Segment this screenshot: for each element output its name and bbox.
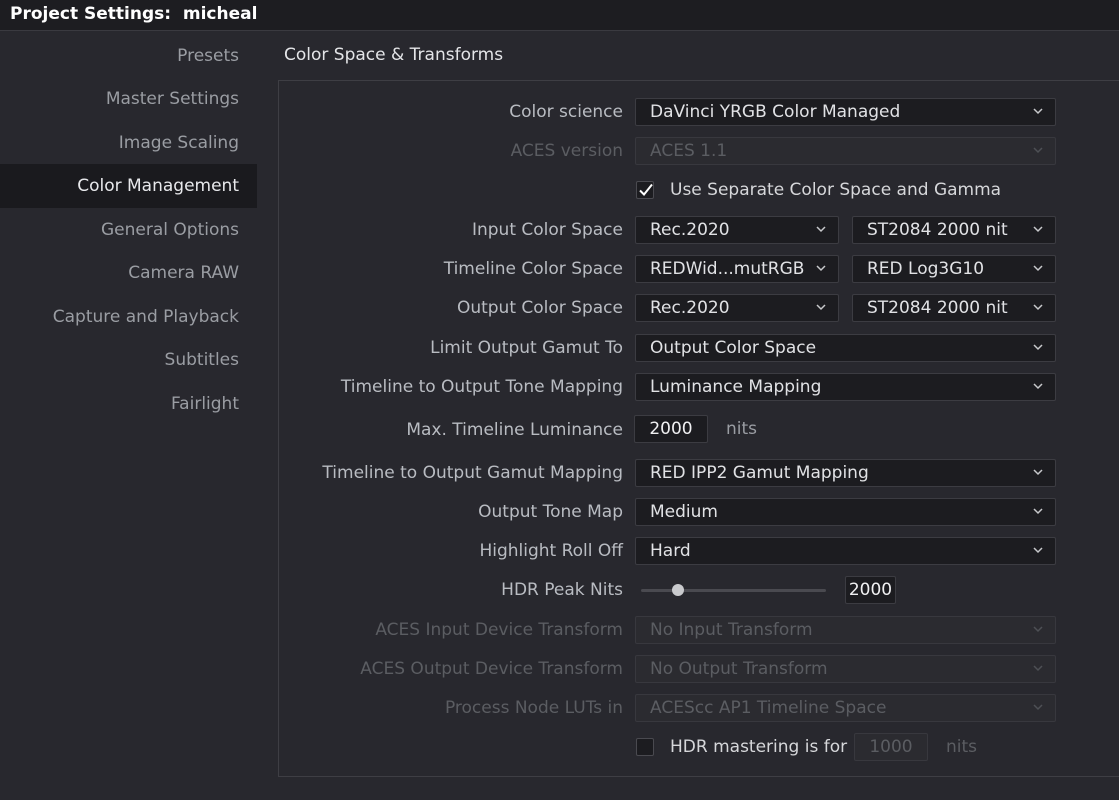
output-gamma-dropdown[interactable]: ST2084 2000 nit [852, 294, 1056, 322]
title-bar: Project Settings: micheal [0, 0, 1119, 31]
hdr-mastering-checkbox[interactable] [636, 738, 654, 756]
tone-mapping-value: Luminance Mapping [650, 377, 822, 397]
chevron-down-icon [816, 304, 826, 311]
hdr-peak-nits-label: HDR Peak Nits [501, 580, 623, 600]
output-tone-map-dropdown[interactable]: Medium [635, 498, 1056, 526]
chevron-down-icon [1033, 626, 1043, 633]
chevron-down-icon [1033, 665, 1043, 672]
output-color-space-dropdown[interactable]: Rec.2020 [635, 294, 839, 322]
chevron-down-icon [1033, 304, 1043, 311]
chevron-down-icon [816, 226, 826, 233]
color-science-label: Color science [509, 102, 623, 122]
limit-output-gamut-label: Limit Output Gamut To [430, 338, 623, 358]
aces-input-transform-value: No Input Transform [650, 620, 813, 640]
highlight-roll-off-value: Hard [650, 541, 691, 561]
timeline-color-space-label: Timeline Color Space [443, 259, 623, 279]
hdr-peak-nits-slider-track[interactable] [641, 589, 826, 592]
sidebar-item-image-scaling[interactable]: Image Scaling [0, 121, 257, 165]
chevron-down-icon [1033, 265, 1043, 272]
input-color-space-label: Input Color Space [471, 220, 623, 240]
input-color-space-value: Rec.2020 [650, 220, 730, 240]
chevron-down-icon [1033, 704, 1043, 711]
sidebar-item-subtitles[interactable]: Subtitles [0, 338, 257, 382]
timeline-color-space-value: REDWid...mutRGB [650, 259, 805, 279]
hdr-peak-nits-input[interactable]: 2000 [845, 576, 896, 604]
aces-output-transform-value: No Output Transform [650, 659, 828, 679]
sidebar-item-camera-raw[interactable]: Camera RAW [0, 251, 257, 295]
highlight-roll-off-dropdown[interactable]: Hard [635, 537, 1056, 565]
chevron-down-icon [1033, 226, 1043, 233]
max-timeline-luminance-label: Max. Timeline Luminance [406, 420, 623, 440]
tone-mapping-label: Timeline to Output Tone Mapping [340, 377, 623, 397]
output-color-space-value: Rec.2020 [650, 298, 730, 318]
gamut-mapping-label: Timeline to Output Gamut Mapping [322, 463, 623, 483]
aces-output-transform-label: ACES Output Device Transform [360, 659, 623, 679]
process-node-luts-label: Process Node LUTs in [444, 698, 623, 718]
sidebar-item-presets[interactable]: Presets [0, 34, 257, 78]
output-gamma-value: ST2084 2000 nit [867, 298, 1008, 318]
timeline-gamma-value: RED Log3G10 [867, 259, 985, 279]
chevron-down-icon [1033, 108, 1043, 115]
gamut-mapping-value: RED IPP2 Gamut Mapping [650, 463, 869, 483]
chevron-down-icon [1033, 383, 1043, 390]
separate-color-space-gamma-checkbox[interactable] [636, 181, 654, 199]
max-timeline-luminance-unit: nits [726, 419, 758, 439]
color-space-panel: Color science DaVinci YRGB Color Managed… [278, 80, 1119, 777]
aces-output-transform-dropdown: No Output Transform [635, 655, 1056, 683]
chevron-down-icon [816, 265, 826, 272]
sidebar-item-fairlight[interactable]: Fairlight [0, 382, 257, 426]
chevron-down-icon [1033, 344, 1043, 351]
output-color-space-label: Output Color Space [456, 298, 623, 318]
chevron-down-icon [1033, 469, 1043, 476]
section-title: Color Space & Transforms [284, 45, 504, 65]
sidebar-item-capture-and-playback[interactable]: Capture and Playback [0, 295, 257, 339]
sidebar-item-color-management[interactable]: Color Management [0, 164, 257, 208]
tone-mapping-dropdown[interactable]: Luminance Mapping [635, 373, 1056, 401]
aces-version-dropdown: ACES 1.1 [635, 137, 1056, 165]
aces-input-transform-dropdown: No Input Transform [635, 616, 1056, 644]
max-timeline-luminance-input[interactable]: 2000 [634, 415, 708, 443]
hdr-mastering-unit: nits [946, 737, 978, 757]
limit-output-gamut-dropdown[interactable]: Output Color Space [635, 334, 1056, 362]
timeline-gamma-dropdown[interactable]: RED Log3G10 [852, 255, 1056, 283]
checkmark-icon [639, 183, 653, 196]
input-gamma-dropdown[interactable]: ST2084 2000 nit [852, 216, 1056, 244]
aces-version-value: ACES 1.1 [650, 141, 728, 161]
input-color-space-dropdown[interactable]: Rec.2020 [635, 216, 839, 244]
process-node-luts-dropdown: ACEScc AP1 Timeline Space [635, 694, 1056, 722]
sidebar-item-general-options[interactable]: General Options [0, 208, 257, 252]
sidebar-item-master-settings[interactable]: Master Settings [0, 77, 257, 121]
highlight-roll-off-label: Highlight Roll Off [479, 541, 623, 561]
hdr-peak-nits-slider-handle[interactable] [672, 584, 684, 596]
hdr-mastering-input: 1000 [854, 733, 928, 761]
input-gamma-value: ST2084 2000 nit [867, 220, 1008, 240]
chevron-down-icon [1033, 547, 1043, 554]
window-title: Project Settings: micheal [10, 4, 258, 24]
settings-sidebar: Presets Master Settings Image Scaling Co… [0, 31, 257, 800]
aces-input-transform-label: ACES Input Device Transform [375, 620, 623, 640]
timeline-color-space-dropdown[interactable]: REDWid...mutRGB [635, 255, 839, 283]
color-science-value: DaVinci YRGB Color Managed [650, 102, 901, 122]
output-tone-map-label: Output Tone Map [478, 502, 623, 522]
process-node-luts-value: ACEScc AP1 Timeline Space [650, 698, 887, 718]
limit-output-gamut-value: Output Color Space [650, 338, 817, 358]
output-tone-map-value: Medium [650, 502, 718, 522]
chevron-down-icon [1033, 147, 1043, 154]
chevron-down-icon [1033, 508, 1043, 515]
separate-color-space-gamma-label: Use Separate Color Space and Gamma [670, 180, 1002, 200]
hdr-mastering-label: HDR mastering is for [670, 737, 848, 757]
aces-version-label: ACES version [510, 141, 623, 161]
gamut-mapping-dropdown[interactable]: RED IPP2 Gamut Mapping [635, 459, 1056, 487]
color-science-dropdown[interactable]: DaVinci YRGB Color Managed [635, 98, 1056, 126]
